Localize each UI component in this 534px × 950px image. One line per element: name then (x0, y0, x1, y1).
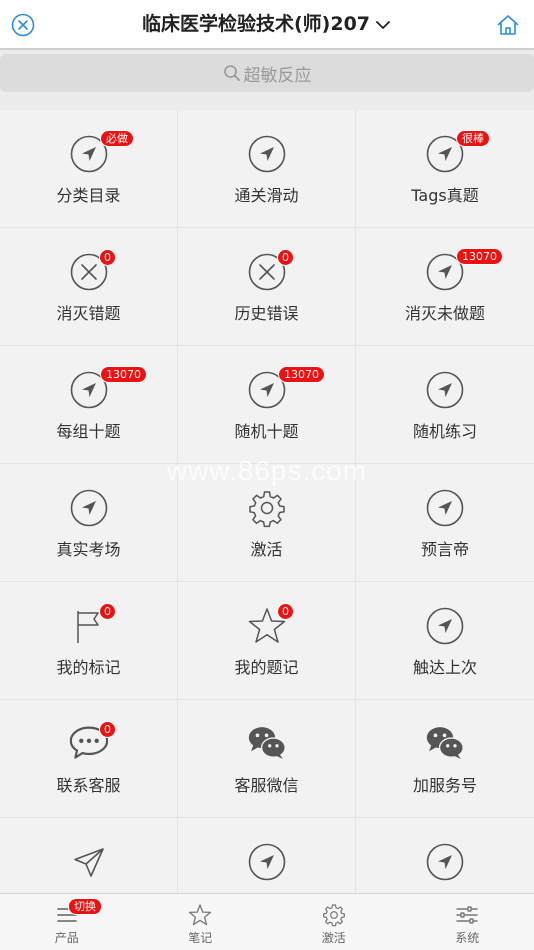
grid-item-label: 每组十题 (56, 422, 121, 441)
search-placeholder: 超敏反应 (243, 65, 312, 86)
grid-item-label: Tags真题 (411, 186, 479, 205)
grid-item[interactable]: 客服微信 (178, 700, 356, 818)
wechat-icon (425, 724, 465, 764)
grid-item[interactable]: 通关滑动 (178, 110, 356, 228)
grid-item[interactable]: 消灭未做题 13070 (356, 228, 534, 346)
search-icon (223, 65, 240, 81)
grid-item[interactable]: 每组十题 13070 (0, 346, 178, 464)
home-icon[interactable] (496, 13, 520, 37)
navigation-arrow-icon (69, 488, 109, 528)
app-screen: 临床医学检验技术(师)207 超敏反应 分类目录 必做通关滑动 Tags真题 很棒消灭… (0, 0, 534, 950)
grid-item[interactable]: 预言帝 (356, 464, 534, 582)
chevron-down-icon (376, 20, 390, 29)
count-badge: 13070 (100, 366, 147, 383)
grid-item-label: 分类目录 (56, 186, 121, 205)
navigation-arrow-icon (425, 488, 465, 528)
navigation-arrow-icon (247, 842, 287, 882)
grid-item[interactable]: 分类目录 必做 (0, 110, 178, 228)
navigation-arrow-icon (247, 134, 287, 174)
gear-icon (247, 488, 287, 528)
grid-item-label: 真实考场 (56, 540, 121, 559)
grid-item[interactable]: Tags真题 很棒 (356, 110, 534, 228)
grid-item-label: 消灭错题 (56, 304, 121, 323)
page-title: 临床医学检验技术(师)207 (141, 13, 371, 35)
exam-title-selector[interactable]: 临床医学检验技术(师)207 (70, 0, 464, 48)
count-badge: 0 (99, 721, 116, 738)
nav-item[interactable]: 笔记 (134, 894, 268, 950)
grid-item[interactable]: 我的题记 0 (178, 582, 356, 700)
top-bar: 临床医学检验技术(师)207 (0, 0, 534, 50)
grid-item-label: 预言帝 (420, 540, 469, 559)
grid-item[interactable]: 历史错误 0 (178, 228, 356, 346)
grid-item[interactable]: 真实考场 (0, 464, 178, 582)
nav-item-label: 激活 (321, 931, 346, 945)
count-badge: 0 (277, 249, 294, 266)
count-badge: 很棒 (456, 130, 490, 147)
grid-item-label: 触达上次 (412, 658, 477, 677)
grid-item-label: 随机练习 (412, 422, 477, 441)
grid-item-label: 消灭未做题 (404, 304, 485, 323)
nav-item[interactable]: 系统 (401, 894, 534, 950)
send-icon (69, 842, 109, 882)
count-badge: 0 (99, 249, 116, 266)
grid-item[interactable]: 触达上次 (356, 582, 534, 700)
count-badge: 必做 (100, 130, 134, 147)
sliders-icon (455, 903, 479, 927)
switch-badge: 切换 (68, 898, 102, 915)
grid-item-label: 激活 (250, 540, 283, 559)
search-bar[interactable]: 超敏反应 (0, 54, 534, 92)
grid-item[interactable]: 消灭错题 0 (0, 228, 178, 346)
star-icon (188, 903, 212, 927)
nav-item-label: 系统 (455, 931, 480, 945)
grid-item[interactable]: 随机十题 13070 (178, 346, 356, 464)
grid-item-label: 我的标记 (56, 658, 121, 677)
grid-item[interactable]: 加服务号 (356, 700, 534, 818)
close-circle-icon[interactable] (11, 13, 35, 37)
gear-icon (322, 903, 346, 927)
nav-item-label: 产品 (54, 931, 79, 945)
grid-item-label: 加服务号 (412, 776, 477, 795)
count-badge: 13070 (278, 366, 325, 383)
count-badge: 0 (277, 603, 294, 620)
grid-item-label: 随机十题 (234, 422, 299, 441)
grid-item[interactable]: 随机练习 (356, 346, 534, 464)
feature-grid: 分类目录 必做 通关滑动 Tags真题 很棒 消灭错题 0 历史错误 0 消灭未做题 13070 每组… (0, 110, 534, 936)
bottom-nav: 产品 切换笔记 激活 系统 (0, 893, 534, 950)
nav-item[interactable]: 激活 (267, 894, 401, 950)
grid-item-label: 联系客服 (56, 776, 121, 795)
count-badge: 13070 (456, 248, 503, 265)
grid-item-label: 我的题记 (234, 658, 299, 677)
grid-item-label: 历史错误 (234, 304, 299, 323)
navigation-arrow-icon (425, 606, 465, 646)
nav-item-label: 笔记 (188, 931, 213, 945)
grid-item[interactable]: 激活 (178, 464, 356, 582)
grid-item[interactable]: 我的标记 0 (0, 582, 178, 700)
grid-item[interactable]: 联系客服 0 (0, 700, 178, 818)
grid-item-label: 通关滑动 (234, 186, 299, 205)
wechat-icon (247, 724, 287, 764)
grid-item-label: 客服微信 (234, 776, 299, 795)
count-badge: 0 (99, 603, 116, 620)
navigation-arrow-icon (425, 842, 465, 882)
nav-item[interactable]: 产品 切换 (0, 894, 134, 950)
navigation-arrow-icon (425, 370, 465, 410)
